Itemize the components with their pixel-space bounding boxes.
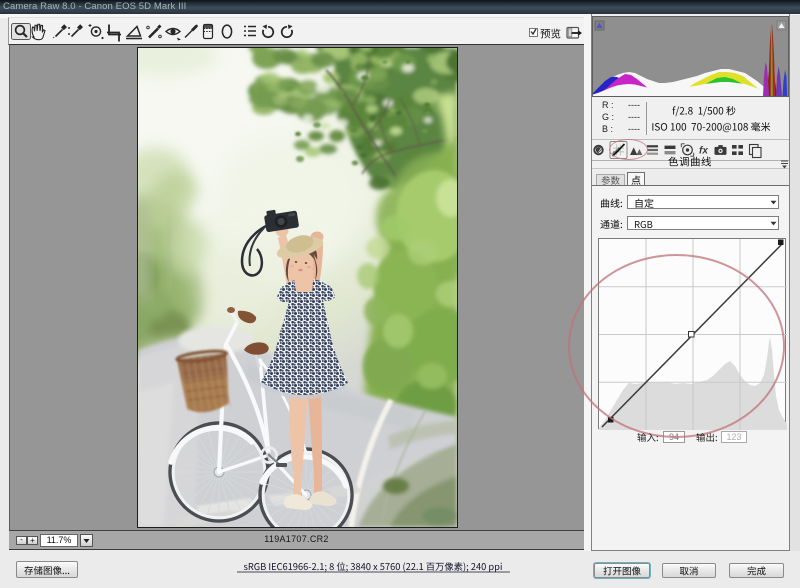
svg-text:fx: fx — [699, 146, 708, 157]
